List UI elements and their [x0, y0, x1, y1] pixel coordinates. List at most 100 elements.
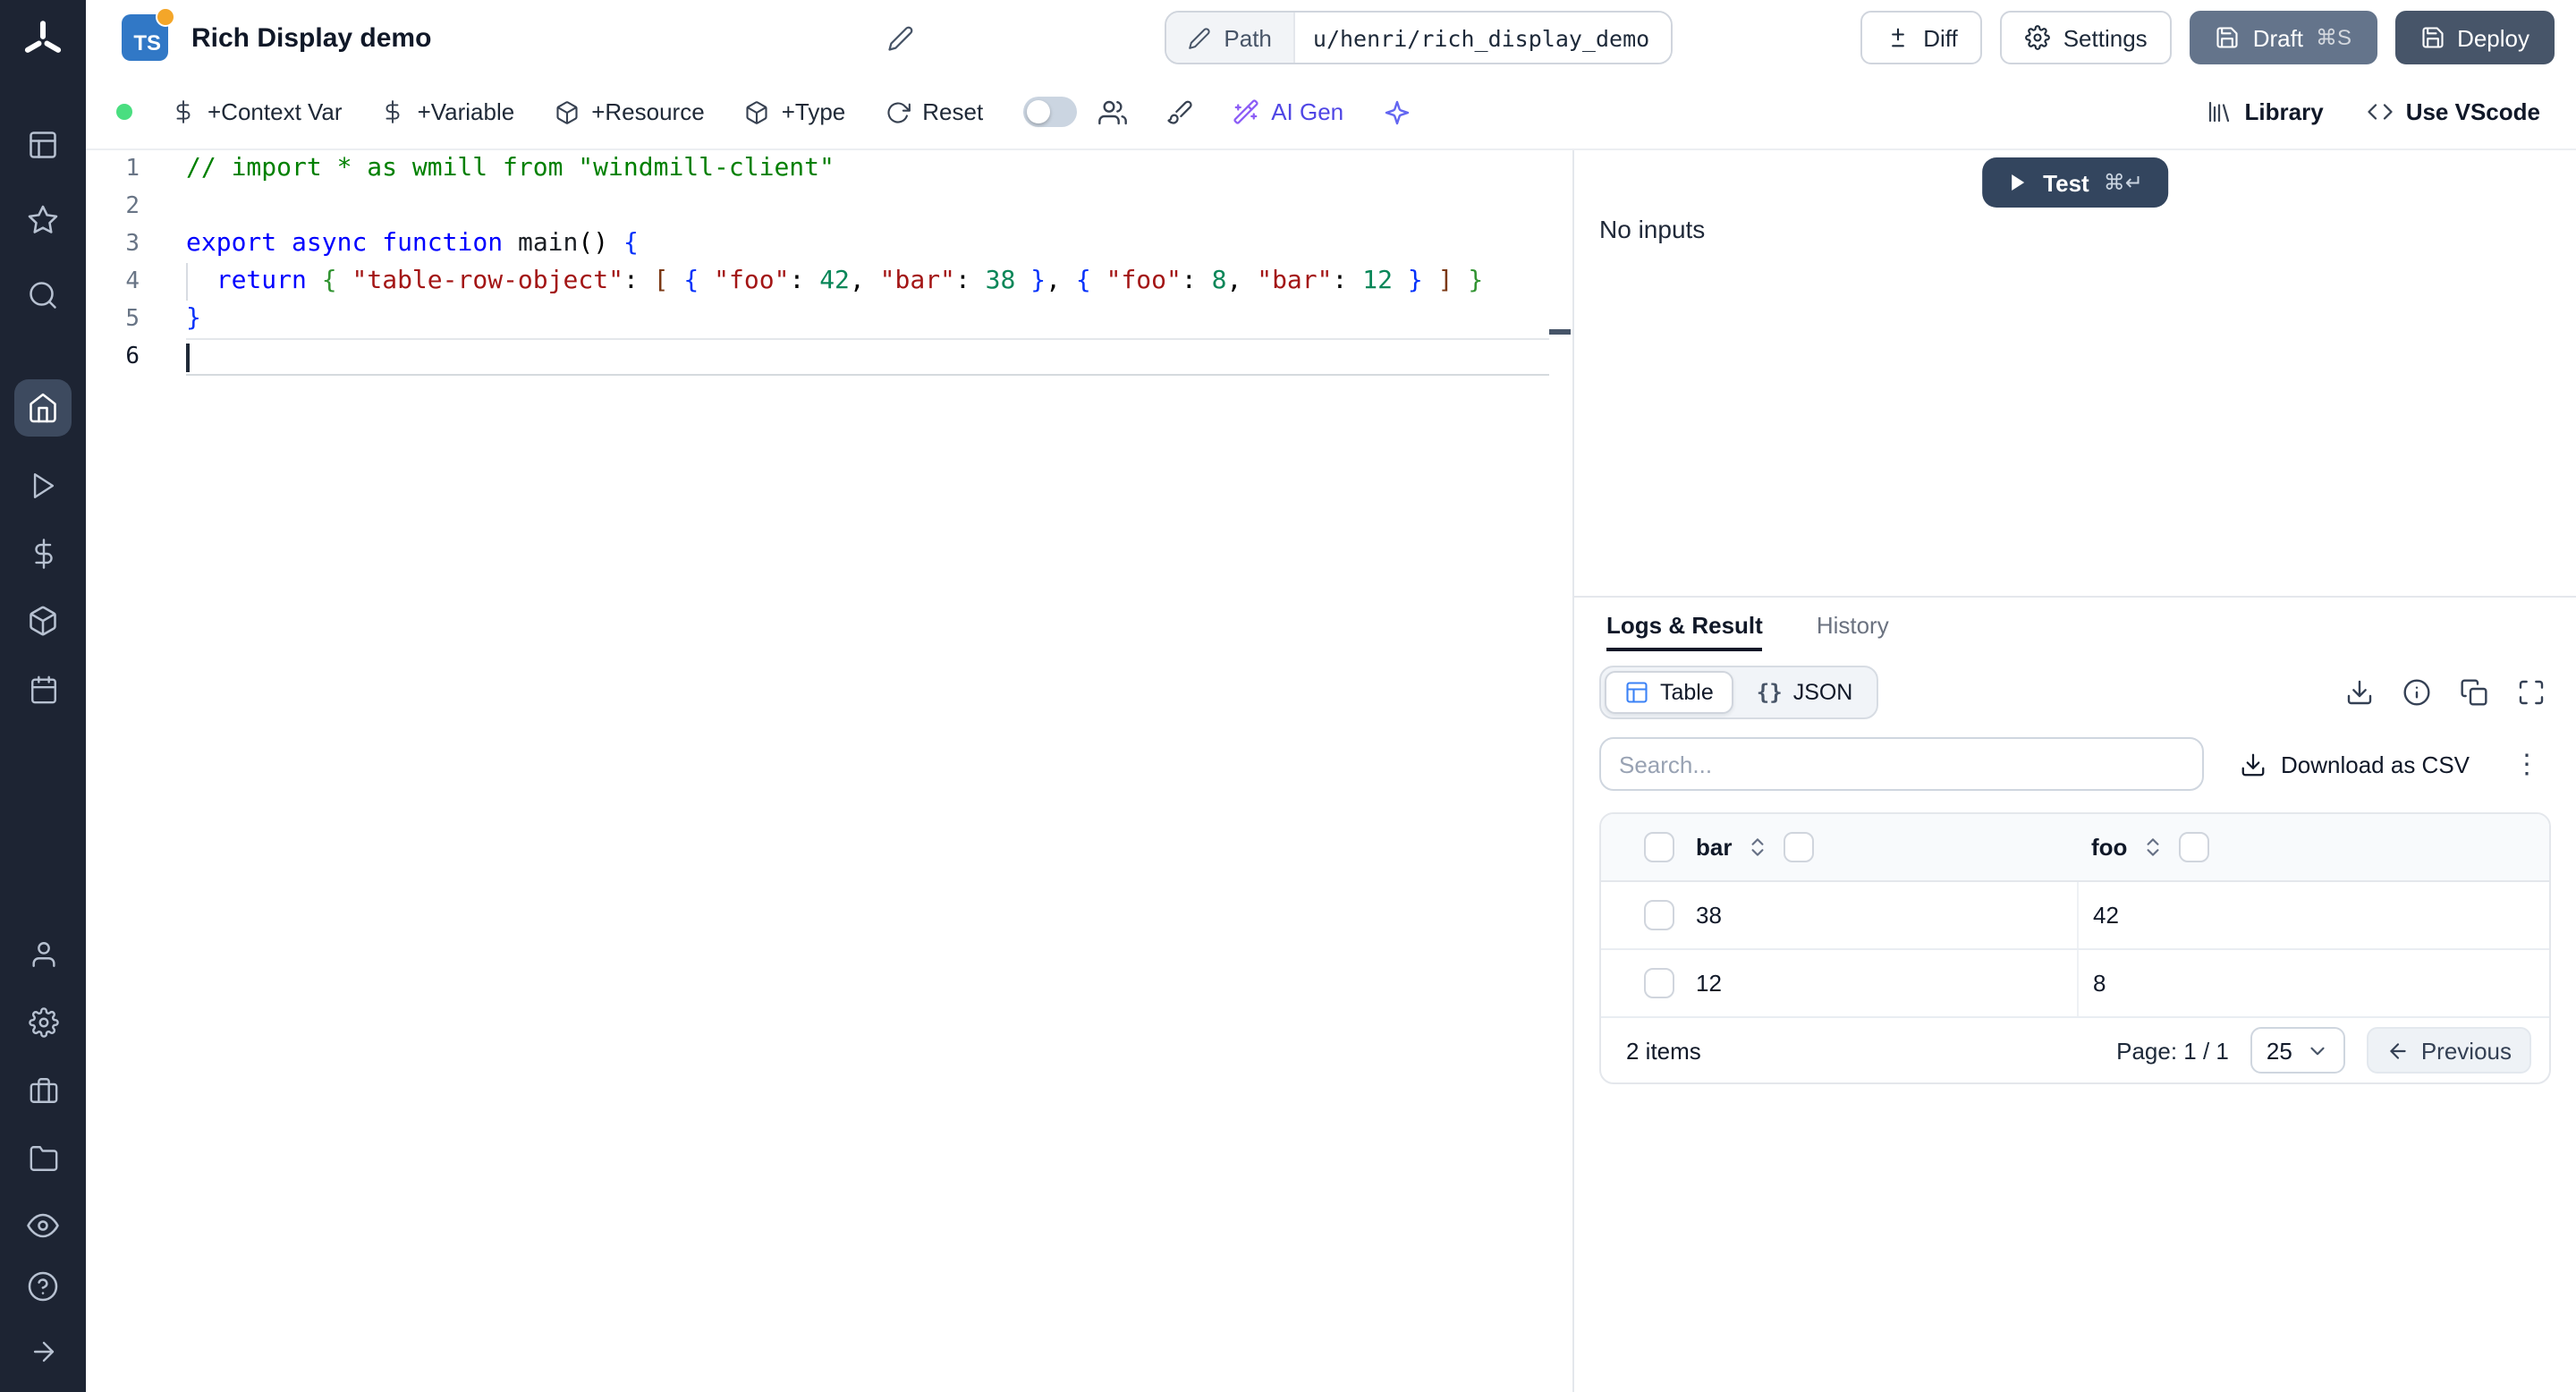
code-line-text: // import * as wmill from "windmill-clie… — [186, 154, 835, 182]
result-actions — [2340, 673, 2551, 712]
sparkles-icon[interactable] — [1383, 98, 1411, 126]
add-variable-button[interactable]: +Variable — [382, 98, 515, 125]
schedules-calendar-icon[interactable] — [23, 669, 63, 709]
toolbar-right: Library Use VScode — [2206, 98, 2540, 125]
emoji-badge — [156, 7, 175, 27]
download-result-icon[interactable] — [2340, 673, 2379, 712]
folders-icon[interactable] — [23, 1138, 63, 1177]
code-line[interactable]: 6 — [86, 338, 1572, 376]
runs-play-icon[interactable] — [23, 465, 63, 505]
download-icon — [2241, 752, 2265, 776]
edit-path-button[interactable]: Path — [1166, 13, 1295, 63]
editor-lines: 1 // import * as wmill from "windmill-cli… — [86, 150, 1572, 376]
tab-logs-result[interactable]: Logs & Result — [1606, 598, 1763, 651]
table-row[interactable]: 38 42 — [1601, 882, 2549, 950]
windmill-logo-icon[interactable] — [16, 14, 70, 68]
code-editor[interactable]: 1 // import * as wmill from "windmill-cli… — [86, 150, 1574, 1392]
editor-toolbar: +Context Var +Variable +Resource +Type R… — [86, 75, 2576, 150]
help-circle-icon[interactable] — [23, 1267, 63, 1306]
code-line-text — [186, 338, 1549, 376]
sidebar-bottom-nav — [23, 1267, 63, 1371]
pagination: Page: 1 / 1 25 Previous — [2116, 1027, 2531, 1074]
variables-dollar-icon[interactable] — [23, 533, 63, 573]
diff-label: Diff — [1923, 24, 1958, 51]
home-icon[interactable] — [14, 379, 72, 437]
code-line[interactable]: 5} — [86, 301, 1572, 338]
result-section: Logs & Result History Table {} JSON Sear… — [1574, 598, 2576, 1392]
deploy-button[interactable]: Deploy — [2394, 11, 2555, 64]
table-row[interactable]: 12 8 — [1601, 950, 2549, 1018]
line-number: 3 — [125, 231, 140, 258]
settings-button[interactable]: Settings — [2000, 11, 2173, 64]
format-brush-icon[interactable] — [1165, 98, 1192, 125]
collab-toggle-switch[interactable] — [1022, 97, 1077, 127]
test-label: Test — [2043, 169, 2089, 196]
path-group: Path — [1165, 11, 1673, 64]
user-icon[interactable] — [23, 934, 63, 973]
sort-icon-foo[interactable] — [2141, 836, 2165, 859]
view-table-button[interactable]: Table — [1605, 671, 1733, 714]
expand-arrow-right-icon[interactable] — [23, 1331, 63, 1371]
page-label: Page: 1 / 1 — [2116, 1037, 2229, 1064]
sidebar-main-nav — [14, 379, 72, 709]
previous-button[interactable]: Previous — [2367, 1027, 2531, 1074]
search-input[interactable] — [1599, 737, 2204, 791]
info-icon[interactable] — [2397, 673, 2436, 712]
row-checkbox[interactable] — [1644, 968, 1674, 998]
test-button[interactable]: Test ⌘↵ — [1982, 157, 2168, 208]
download-csv-button[interactable]: Download as CSV — [2240, 751, 2470, 777]
more-menu-button[interactable]: ⋮ — [2513, 751, 2540, 777]
view-json-button[interactable]: {} JSON — [1737, 671, 1873, 714]
column-checkbox-bar[interactable] — [1784, 832, 1815, 862]
diff-button[interactable]: Diff — [1860, 11, 1983, 64]
resources-box-icon[interactable] — [23, 601, 63, 641]
draft-label: Draft — [2252, 24, 2304, 51]
copy-icon[interactable] — [2454, 673, 2494, 712]
line-number: 4 — [125, 268, 140, 295]
sort-icon-bar[interactable] — [1746, 836, 1769, 859]
cell-foo: 42 — [2077, 882, 2549, 948]
ai-gen-button[interactable]: AI Gen — [1232, 98, 1343, 125]
reset-button[interactable]: Reset — [885, 98, 983, 125]
table-grid-icon[interactable] — [23, 125, 63, 165]
search-icon[interactable] — [23, 276, 63, 315]
row-checkbox[interactable] — [1644, 900, 1674, 930]
code-line-text: export async function main() { — [186, 229, 639, 258]
language-badge-label: TS — [133, 30, 161, 55]
code-line[interactable]: 4 return { "table-row-object": [ { "foo"… — [86, 263, 1572, 301]
users-icon[interactable] — [1097, 98, 1127, 126]
toggle-knob — [1026, 100, 1050, 123]
gear-icon — [2025, 25, 2051, 50]
workers-briefcase-icon[interactable] — [23, 1070, 63, 1109]
edit-summary-button[interactable] — [887, 24, 914, 51]
path-input[interactable] — [1294, 13, 1671, 63]
expand-icon[interactable] — [2512, 673, 2551, 712]
tab-history[interactable]: History — [1817, 598, 1889, 651]
code-line-text: return { "table-row-object": [ { "foo": … — [186, 263, 1549, 301]
line-number: 5 — [125, 306, 140, 333]
settings-gear-icon[interactable] — [23, 1002, 63, 1041]
add-resource-button[interactable]: +Resource — [554, 98, 705, 125]
use-vscode-button[interactable]: Use VScode — [2367, 98, 2540, 125]
right-panel: Test ⌘↵ No inputs Logs & Result History — [1574, 150, 2576, 1392]
vscode-icon — [2368, 104, 2393, 120]
box-icon — [746, 100, 767, 123]
star-icon[interactable] — [23, 200, 63, 240]
code-line[interactable]: 2 — [86, 188, 1572, 225]
add-context-var-button[interactable]: +Context Var — [172, 98, 343, 125]
column-checkbox-foo[interactable] — [2179, 832, 2210, 862]
page-size-select[interactable]: 25 — [2250, 1027, 2346, 1074]
text-cursor — [186, 344, 190, 372]
code-line[interactable]: 1 // import * as wmill from "windmill-cli… — [86, 150, 1572, 188]
select-all-checkbox[interactable] — [1644, 832, 1674, 862]
column-header-bar: bar — [1696, 832, 2077, 862]
code-line[interactable]: 3 export async function main() { — [86, 225, 1572, 263]
add-variable-label: +Variable — [417, 98, 515, 125]
overview-ruler-marker — [1549, 329, 1571, 335]
braces-icon: {} — [1756, 680, 1783, 705]
audit-eye-icon[interactable] — [23, 1206, 63, 1245]
add-type-button[interactable]: +Type — [744, 98, 845, 125]
draft-button[interactable]: Draft ⌘S — [2190, 11, 2377, 64]
library-button[interactable]: Library — [2206, 98, 2324, 125]
